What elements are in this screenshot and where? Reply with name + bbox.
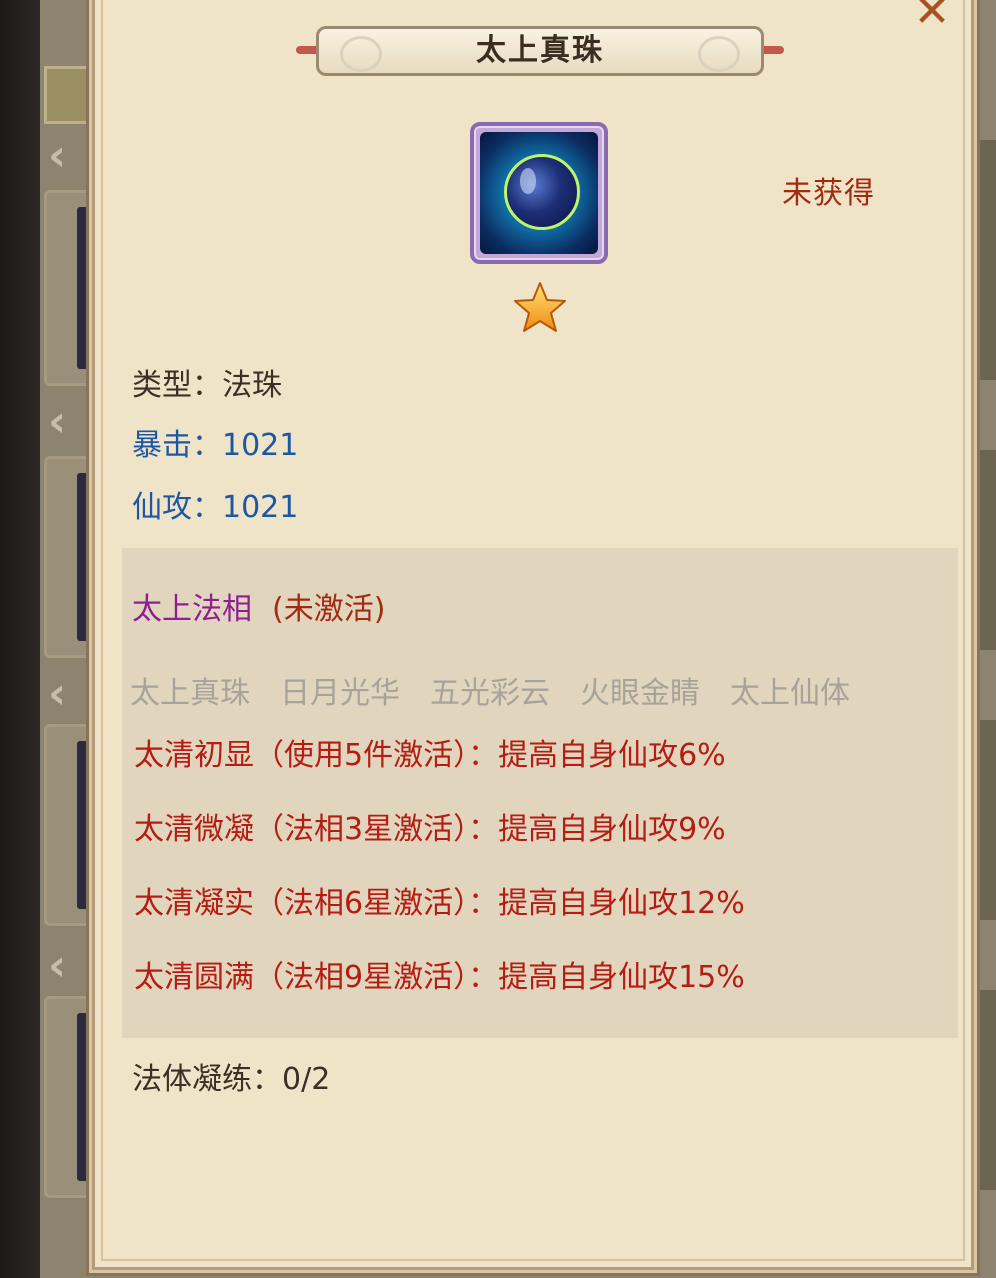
background-card-right	[972, 990, 996, 1190]
set-name: 太上法相	[132, 592, 252, 627]
set-member: 火眼金睛	[580, 676, 700, 711]
set-member-list: 太上真珠 日月光华 五光彩云 火眼金睛 太上仙体	[130, 674, 880, 714]
close-icon[interactable]: ✕	[912, 0, 952, 34]
title-banner: 太上真珠	[296, 22, 784, 80]
set-bonus-panel: 太上法相 (未激活) 太上真珠 日月光华 五光彩云 火眼金睛 太上仙体 太清初显（使用5件…	[122, 548, 958, 1038]
type-label: 类型：	[132, 368, 222, 403]
background-card-right	[972, 720, 996, 920]
stat-value: 1021	[222, 490, 299, 525]
set-bonus-line: 太清圆满（法相9星激活）：提高自身仙攻15%	[134, 960, 745, 995]
refine-value: 0/2	[282, 1062, 331, 1097]
set-state: (未激活)	[272, 592, 386, 627]
set-member: 日月光华	[280, 676, 400, 711]
chevron-left-icon: ‹	[48, 668, 67, 719]
chevron-left-icon: ‹	[48, 130, 67, 181]
pearl-orb	[504, 154, 580, 230]
background-card-right	[972, 450, 996, 650]
set-member: 太上仙体	[730, 676, 850, 711]
orb-shine	[520, 168, 536, 194]
chevron-left-icon: ‹	[48, 940, 67, 991]
set-member: 太上真珠	[130, 676, 250, 711]
acquire-status: 未获得	[782, 176, 875, 211]
refine-label: 法体凝练：	[132, 1062, 282, 1097]
item-icon-frame	[470, 122, 608, 264]
stat-label: 暴击：	[132, 428, 222, 463]
blue-pearl-orb-icon	[480, 132, 598, 254]
background-edge	[0, 0, 40, 1278]
chevron-left-icon: ‹	[48, 396, 67, 447]
stat-value: 1021	[222, 428, 299, 463]
type-value: 法珠	[222, 368, 282, 403]
set-member: 五光彩云	[430, 676, 550, 711]
set-title: 太上法相 (未激活)	[132, 590, 385, 630]
set-bonus-line: 太清初显（使用5件激活）：提高自身仙攻6%	[134, 738, 726, 773]
item-type: 类型：法珠	[132, 366, 282, 406]
stat-label: 仙攻：	[132, 490, 222, 525]
star-icon	[514, 282, 566, 332]
stat-crit: 暴击：1021	[132, 426, 298, 466]
stat-attack: 仙攻：1021	[132, 488, 298, 528]
set-bonus-line: 太清凝实（法相6星激活）：提高自身仙攻12%	[134, 886, 745, 921]
set-bonus-line: 太清微凝（法相3星激活）：提高自身仙攻9%	[134, 812, 726, 847]
background-card-right	[972, 140, 996, 380]
refine-progress: 法体凝练：0/2	[132, 1060, 330, 1100]
dialog-title: 太上真珠	[476, 33, 604, 68]
